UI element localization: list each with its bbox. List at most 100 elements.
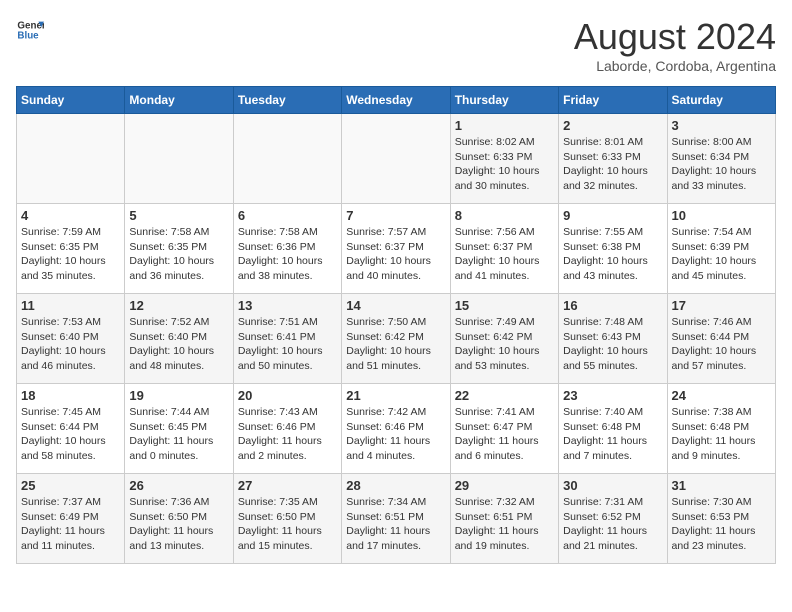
weekday-header-wednesday: Wednesday <box>342 87 450 114</box>
day-number: 6 <box>238 208 337 223</box>
day-info: Sunrise: 7:53 AM Sunset: 6:40 PM Dayligh… <box>21 315 120 374</box>
page-header: General Blue August 2024 Laborde, Cordob… <box>16 16 776 74</box>
calendar-cell: 18Sunrise: 7:45 AM Sunset: 6:44 PM Dayli… <box>17 384 125 474</box>
day-info: Sunrise: 7:41 AM Sunset: 6:47 PM Dayligh… <box>455 405 554 464</box>
calendar-cell: 3Sunrise: 8:00 AM Sunset: 6:34 PM Daylig… <box>667 114 775 204</box>
title-block: August 2024 Laborde, Cordoba, Argentina <box>574 16 776 74</box>
day-number: 12 <box>129 298 228 313</box>
calendar-cell: 28 Sunrise: 7:34 AM Sunset: 6:51 PM Dayli… <box>342 474 450 564</box>
day-info: Sunrise: 7:52 AM Sunset: 6:40 PM Dayligh… <box>129 315 228 374</box>
svg-text:Blue: Blue <box>17 30 39 41</box>
day-info: Sunrise: 7:36 AM Sunset: 6:50 PM Dayligh… <box>129 495 228 554</box>
day-info: Sunrise: 7:43 AM Sunset: 6:46 PM Dayligh… <box>238 405 337 464</box>
day-number: 10 <box>672 208 771 223</box>
calendar-cell: 14Sunrise: 7:50 AM Sunset: 6:42 PM Dayli… <box>342 294 450 384</box>
calendar-cell: 15Sunrise: 7:49 AM Sunset: 6:42 PM Dayli… <box>450 294 558 384</box>
calendar-cell: 8Sunrise: 7:56 AM Sunset: 6:37 PM Daylig… <box>450 204 558 294</box>
day-info: Sunrise: 7:48 AM Sunset: 6:43 PM Dayligh… <box>563 315 662 374</box>
calendar-cell: 27 Sunrise: 7:35 AM Sunset: 6:50 PM Dayli… <box>233 474 341 564</box>
calendar-table: SundayMondayTuesdayWednesdayThursdayFrid… <box>16 86 776 564</box>
weekday-header-tuesday: Tuesday <box>233 87 341 114</box>
weekday-header-monday: Monday <box>125 87 233 114</box>
calendar-week-3: 11 Sunrise: 7:53 AM Sunset: 6:40 PM Dayli… <box>17 294 776 384</box>
calendar-cell: 22 Sunrise: 7:41 AM Sunset: 6:47 PM Dayli… <box>450 384 558 474</box>
calendar-cell: 26Sunrise: 7:36 AM Sunset: 6:50 PM Dayli… <box>125 474 233 564</box>
logo-icon: General Blue <box>16 16 44 44</box>
calendar-cell: 9Sunrise: 7:55 AM Sunset: 6:38 PM Daylig… <box>559 204 667 294</box>
calendar-cell: 17Sunrise: 7:46 AM Sunset: 6:44 PM Dayli… <box>667 294 775 384</box>
calendar-cell: 16Sunrise: 7:48 AM Sunset: 6:43 PM Dayli… <box>559 294 667 384</box>
day-info: Sunrise: 8:00 AM Sunset: 6:34 PM Dayligh… <box>672 135 771 194</box>
weekday-header-thursday: Thursday <box>450 87 558 114</box>
day-info: Sunrise: 7:51 AM Sunset: 6:41 PM Dayligh… <box>238 315 337 374</box>
calendar-cell: 30Sunrise: 7:31 AM Sunset: 6:52 PM Dayli… <box>559 474 667 564</box>
calendar-cell: 4 Sunrise: 7:59 AM Sunset: 6:35 PM Daylig… <box>17 204 125 294</box>
calendar-cell: 1 Sunrise: 8:02 AM Sunset: 6:33 PM Daylig… <box>450 114 558 204</box>
day-number: 30 <box>563 478 662 493</box>
calendar-week-4: 18Sunrise: 7:45 AM Sunset: 6:44 PM Dayli… <box>17 384 776 474</box>
day-info: Sunrise: 7:57 AM Sunset: 6:37 PM Dayligh… <box>346 225 445 284</box>
calendar-cell: 23 Sunrise: 7:40 AM Sunset: 6:48 PM Dayli… <box>559 384 667 474</box>
calendar-cell: 21Sunrise: 7:42 AM Sunset: 6:46 PM Dayli… <box>342 384 450 474</box>
calendar-cell: 19 Sunrise: 7:44 AM Sunset: 6:45 PM Dayli… <box>125 384 233 474</box>
day-info: Sunrise: 7:45 AM Sunset: 6:44 PM Dayligh… <box>21 405 120 464</box>
day-number: 28 <box>346 478 445 493</box>
day-number: 24 <box>672 388 771 403</box>
day-info: Sunrise: 7:32 AM Sunset: 6:51 PM Dayligh… <box>455 495 554 554</box>
day-number: 7 <box>346 208 445 223</box>
day-number: 27 <box>238 478 337 493</box>
calendar-week-5: 25 Sunrise: 7:37 AM Sunset: 6:49 PM Dayli… <box>17 474 776 564</box>
weekday-header-row: SundayMondayTuesdayWednesdayThursdayFrid… <box>17 87 776 114</box>
calendar-cell: 24 Sunrise: 7:38 AM Sunset: 6:48 PM Dayli… <box>667 384 775 474</box>
calendar-cell: 2 Sunrise: 8:01 AM Sunset: 6:33 PM Daylig… <box>559 114 667 204</box>
calendar-cell <box>342 114 450 204</box>
calendar-week-1: 1 Sunrise: 8:02 AM Sunset: 6:33 PM Daylig… <box>17 114 776 204</box>
day-number: 19 <box>129 388 228 403</box>
day-info: Sunrise: 7:34 AM Sunset: 6:51 PM Dayligh… <box>346 495 445 554</box>
day-number: 9 <box>563 208 662 223</box>
day-number: 25 <box>21 478 120 493</box>
calendar-week-2: 4 Sunrise: 7:59 AM Sunset: 6:35 PM Daylig… <box>17 204 776 294</box>
weekday-header-saturday: Saturday <box>667 87 775 114</box>
day-info: Sunrise: 7:40 AM Sunset: 6:48 PM Dayligh… <box>563 405 662 464</box>
day-info: Sunrise: 7:30 AM Sunset: 6:53 PM Dayligh… <box>672 495 771 554</box>
day-number: 31 <box>672 478 771 493</box>
calendar-cell: 29 Sunrise: 7:32 AM Sunset: 6:51 PM Dayli… <box>450 474 558 564</box>
calendar-location: Laborde, Cordoba, Argentina <box>574 58 776 74</box>
day-info: Sunrise: 7:58 AM Sunset: 6:35 PM Dayligh… <box>129 225 228 284</box>
logo: General Blue <box>16 16 44 44</box>
day-number: 21 <box>346 388 445 403</box>
calendar-cell: 6 Sunrise: 7:58 AM Sunset: 6:36 PM Daylig… <box>233 204 341 294</box>
calendar-cell: 13 Sunrise: 7:51 AM Sunset: 6:41 PM Dayli… <box>233 294 341 384</box>
day-info: Sunrise: 8:02 AM Sunset: 6:33 PM Dayligh… <box>455 135 554 194</box>
calendar-cell: 5 Sunrise: 7:58 AM Sunset: 6:35 PM Daylig… <box>125 204 233 294</box>
day-number: 2 <box>563 118 662 133</box>
day-info: Sunrise: 7:44 AM Sunset: 6:45 PM Dayligh… <box>129 405 228 464</box>
day-info: Sunrise: 7:59 AM Sunset: 6:35 PM Dayligh… <box>21 225 120 284</box>
day-number: 1 <box>455 118 554 133</box>
day-number: 13 <box>238 298 337 313</box>
day-number: 22 <box>455 388 554 403</box>
day-number: 11 <box>21 298 120 313</box>
calendar-cell <box>125 114 233 204</box>
day-info: Sunrise: 7:35 AM Sunset: 6:50 PM Dayligh… <box>238 495 337 554</box>
calendar-cell: 7 Sunrise: 7:57 AM Sunset: 6:37 PM Daylig… <box>342 204 450 294</box>
day-number: 23 <box>563 388 662 403</box>
day-info: Sunrise: 7:49 AM Sunset: 6:42 PM Dayligh… <box>455 315 554 374</box>
calendar-cell <box>233 114 341 204</box>
day-info: Sunrise: 7:54 AM Sunset: 6:39 PM Dayligh… <box>672 225 771 284</box>
weekday-header-friday: Friday <box>559 87 667 114</box>
day-number: 29 <box>455 478 554 493</box>
day-info: Sunrise: 7:38 AM Sunset: 6:48 PM Dayligh… <box>672 405 771 464</box>
calendar-cell: 25 Sunrise: 7:37 AM Sunset: 6:49 PM Dayli… <box>17 474 125 564</box>
calendar-cell: 31 Sunrise: 7:30 AM Sunset: 6:53 PM Dayli… <box>667 474 775 564</box>
day-info: Sunrise: 7:37 AM Sunset: 6:49 PM Dayligh… <box>21 495 120 554</box>
day-number: 20 <box>238 388 337 403</box>
day-info: Sunrise: 8:01 AM Sunset: 6:33 PM Dayligh… <box>563 135 662 194</box>
day-number: 4 <box>21 208 120 223</box>
day-info: Sunrise: 7:58 AM Sunset: 6:36 PM Dayligh… <box>238 225 337 284</box>
day-number: 5 <box>129 208 228 223</box>
calendar-title: August 2024 <box>574 16 776 58</box>
day-info: Sunrise: 7:46 AM Sunset: 6:44 PM Dayligh… <box>672 315 771 374</box>
calendar-cell: 12 Sunrise: 7:52 AM Sunset: 6:40 PM Dayli… <box>125 294 233 384</box>
